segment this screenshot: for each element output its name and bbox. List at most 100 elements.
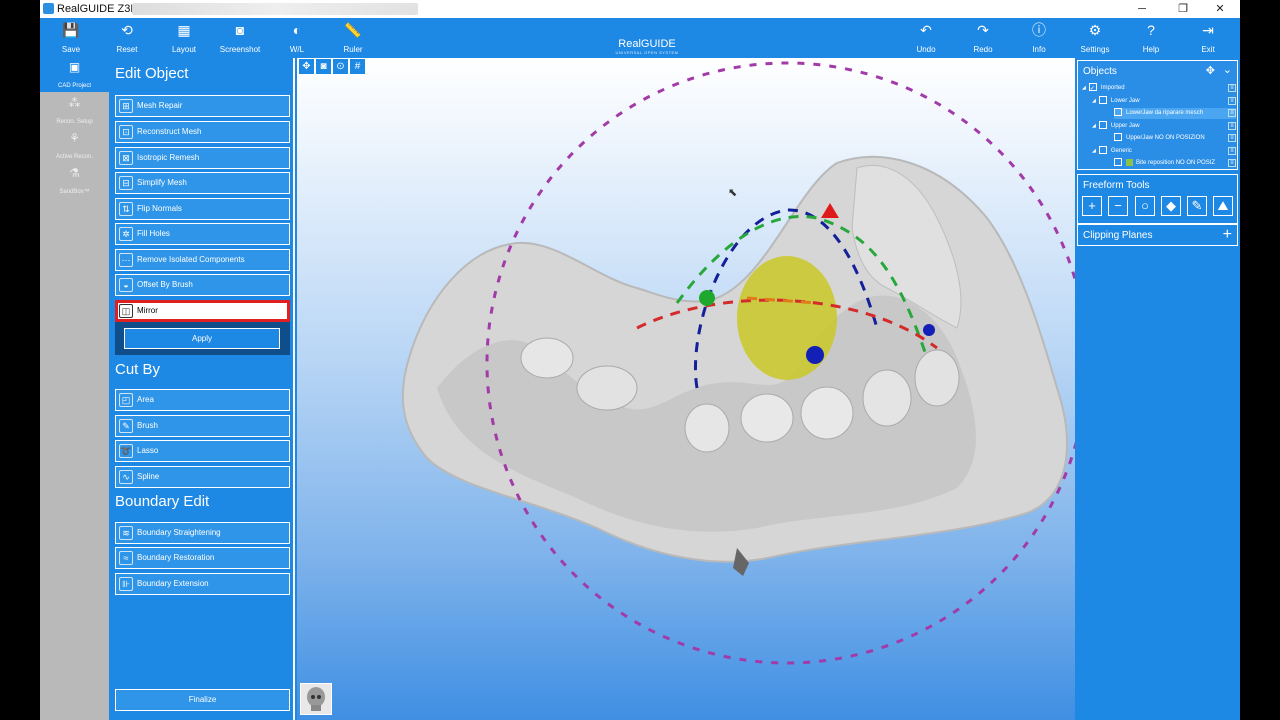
scene-canvas <box>401 61 1075 665</box>
tree-item-generic[interactable]: ◢ Generic ≡ <box>1092 146 1236 157</box>
reconstruct-mesh-button[interactable]: ⊡ Reconstruct Mesh <box>115 121 290 143</box>
flip-normals-button[interactable]: ⇅ Flip Normals <box>115 198 290 220</box>
help-button[interactable]: ? Help <box>1122 18 1180 58</box>
smooth-icon[interactable]: ○ <box>1135 196 1155 216</box>
reset-button[interactable]: ⟲ Reset <box>98 18 156 58</box>
add-icon[interactable]: + <box>1082 196 1102 216</box>
save-button[interactable]: 💾 Save <box>42 18 100 58</box>
screenshot-button[interactable]: ◙ Screenshot <box>211 18 269 58</box>
chevron-down-icon[interactable]: ⌄ <box>1223 63 1232 76</box>
exit-button[interactable]: ⇥ Exit <box>1179 18 1237 58</box>
cut-lasso-label: Lasso <box>137 446 159 455</box>
fill-holes-label: Fill Holes <box>137 229 170 238</box>
tree-item-upperjaw-mesh[interactable]: UpperJaw NO ON POSIZION ≡ <box>1114 133 1236 144</box>
tree-item-bite-reposition[interactable]: Bite reposition NO ON POSIZ ≡ <box>1114 158 1236 169</box>
finalize-button[interactable]: Finalize <box>115 689 290 711</box>
menu-icon[interactable]: ≡ <box>1228 159 1236 167</box>
gizmo-blue-handle[interactable] <box>923 324 935 336</box>
simplify-mesh-icon: ⊟ <box>119 176 133 190</box>
tree-item-upper-jaw[interactable]: ◢ Upper Jaw ≡ <box>1092 121 1236 132</box>
checkbox[interactable] <box>1114 108 1122 117</box>
fill-holes-button[interactable]: ✲ Fill Holes <box>115 223 290 245</box>
camera-icon[interactable]: ◙ <box>316 59 331 74</box>
help-label: Help <box>1142 45 1160 54</box>
help-icon: ? <box>1147 22 1155 38</box>
tree-item-lower-jaw[interactable]: ◢ Lower Jaw ≡ <box>1092 96 1236 107</box>
mesh-repair-button[interactable]: ⊞ Mesh Repair <box>115 95 290 117</box>
checkbox[interactable] <box>1114 158 1122 167</box>
checkbox[interactable] <box>1114 133 1122 142</box>
apply-button[interactable]: Apply <box>124 328 280 349</box>
isotropic-remesh-button[interactable]: ⊠ Isotropic Remesh <box>115 147 290 169</box>
subtract-icon[interactable]: − <box>1108 196 1128 216</box>
wl-button[interactable]: ◐ W/L <box>268 18 326 58</box>
3d-viewport[interactable]: ✥ ◙ ⊙ # ⬉ <box>297 58 1075 720</box>
gizmo-green-handle[interactable] <box>699 290 715 306</box>
checkbox[interactable] <box>1098 96 1107 105</box>
move-icon[interactable]: ✥ <box>1206 64 1215 77</box>
cad-project-tab[interactable]: ▣ CAD Project <box>40 58 109 92</box>
mirror-plane[interactable] <box>737 256 837 380</box>
checkbox[interactable] <box>1098 121 1107 130</box>
recon-setup-label: Recon. Setup <box>56 119 93 125</box>
edit-panel: Edit Object ⊞ Mesh Repair ⊡ Reconstruct Me… <box>109 58 295 720</box>
boundary-extension-button[interactable]: ⊪ Boundary Extension <box>115 573 290 595</box>
checkbox[interactable]: ✓ <box>1088 83 1097 92</box>
workflow-strip: ▣ CAD Project ⁂ Recon. Setup ⚘ Active Recon… <box>40 58 109 720</box>
color-swatch <box>1126 158 1133 166</box>
focus-icon[interactable]: ⊙ <box>333 59 348 74</box>
menu-icon[interactable]: ≡ <box>1228 97 1236 105</box>
exit-label: Exit <box>1201 45 1215 54</box>
recon-setup-tab[interactable]: ⁂ Recon. Setup <box>40 94 109 128</box>
ruler-button[interactable]: 📏 Ruler <box>324 18 382 58</box>
mirror-button[interactable]: ◫ Mirror <box>115 300 290 322</box>
flip-normals-label: Flip Normals <box>137 204 182 213</box>
cut-lasso-button[interactable]: ➰ Lasso <box>115 440 290 462</box>
tree-item-lowerjaw-mesh[interactable]: LowerJaw da riparare mesch ≡ <box>1114 108 1236 119</box>
menu-icon[interactable]: ≡ <box>1228 147 1236 155</box>
cut-brush-button[interactable]: ✎ Brush <box>115 415 290 437</box>
add-clipping-plane-icon[interactable]: + <box>1223 226 1232 244</box>
reset-icon: ⟲ <box>121 22 133 38</box>
gizmo-center-handle[interactable] <box>806 346 824 364</box>
active-recon-tab[interactable]: ⚘ Active Recon. <box>40 129 109 163</box>
objects-panel: Objects ✥ ⌄ ◢ ✓ Imported ≡ ◢ Lower Jaw ≡ Lowe… <box>1077 60 1238 170</box>
simplify-mesh-button[interactable]: ⊟ Simplify Mesh <box>115 172 290 194</box>
brush-icon[interactable]: ✎ <box>1187 196 1207 216</box>
info-button[interactable]: ⓘ Info <box>1010 18 1068 58</box>
offset-brush-icon: ◒ <box>119 278 133 292</box>
grid-icon[interactable]: # <box>350 59 365 74</box>
checkbox[interactable] <box>1098 146 1107 155</box>
tree-label: Imported <box>1100 85 1125 91</box>
sandbox-tab[interactable]: ⚗ SandBox™ <box>40 164 109 198</box>
menu-icon[interactable]: ≡ <box>1228 109 1236 117</box>
boundary-restoration-button[interactable]: ≈ Boundary Restoration <box>115 547 290 569</box>
remove-isolated-components-button[interactable]: ⋯ Remove Isolated Components <box>115 249 290 271</box>
menu-icon[interactable]: ≡ <box>1228 134 1236 142</box>
menu-icon[interactable]: ≡ <box>1228 84 1236 92</box>
cut-brush-label: Brush <box>137 421 158 430</box>
fill-icon[interactable]: ◆ <box>1161 196 1181 216</box>
minimize-button[interactable]: ─ <box>1124 0 1160 18</box>
menu-icon[interactable]: ≡ <box>1228 122 1236 130</box>
layout-button[interactable]: ▦ Layout <box>155 18 213 58</box>
close-button[interactable]: ✕ <box>1202 0 1238 18</box>
freeform-tools-title: Freeform Tools <box>1083 180 1150 191</box>
view-orientation-thumbnail[interactable] <box>300 683 332 715</box>
area-icon: ◰ <box>119 393 133 407</box>
mirror-icon: ◫ <box>119 304 133 318</box>
cut-area-button[interactable]: ◰ Area <box>115 389 290 411</box>
emboss-icon[interactable]: ⛰ <box>1213 196 1233 216</box>
settings-button[interactable]: ⚙ Settings <box>1066 18 1124 58</box>
undo-button[interactable]: ↶ Undo <box>897 18 955 58</box>
move-icon[interactable]: ✥ <box>299 59 314 74</box>
tree-item-imported[interactable]: ◢ ✓ Imported ≡ <box>1082 83 1236 94</box>
redo-button[interactable]: ↷ Redo <box>954 18 1012 58</box>
maximize-button[interactable]: ❐ <box>1165 0 1201 18</box>
cut-spline-label: Spline <box>137 472 160 481</box>
offset-by-brush-button[interactable]: ◒ Offset By Brush <box>115 274 290 296</box>
cut-spline-button[interactable]: ∿ Spline <box>115 466 290 488</box>
save-label: Save <box>61 45 81 54</box>
boundary-straightening-button[interactable]: ≋ Boundary Straightening <box>115 522 290 544</box>
dental-mesh <box>401 155 1068 576</box>
